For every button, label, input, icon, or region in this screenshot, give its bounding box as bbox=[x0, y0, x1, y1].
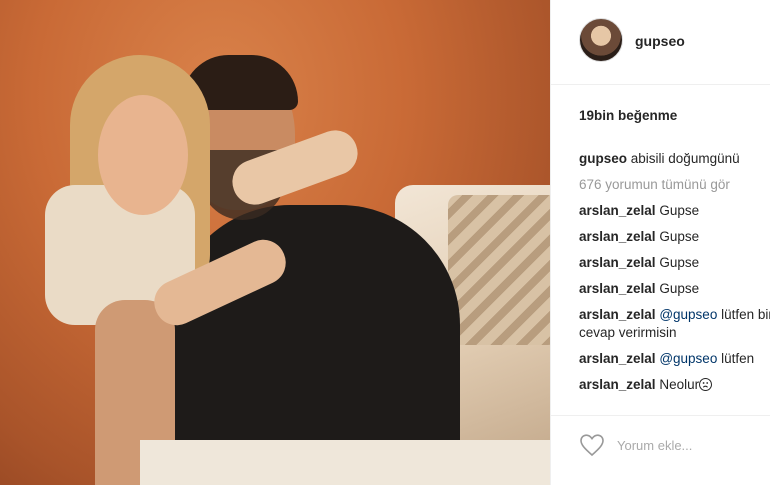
comment-item: arslan_zelal Gupse bbox=[579, 250, 770, 276]
comment-username[interactable]: arslan_zelal bbox=[579, 351, 656, 366]
comment-text: Gupse bbox=[659, 255, 700, 270]
comment-text: Neolur bbox=[659, 377, 700, 392]
comment-item: arslan_zelal Gupse bbox=[579, 224, 770, 250]
comment-item: arslan_zelal Neolur bbox=[579, 372, 770, 398]
comment-text: Gupse bbox=[659, 229, 700, 244]
view-all-comments-link[interactable]: 676 yorumun tümünü gör bbox=[579, 172, 770, 198]
post-footer bbox=[551, 415, 770, 485]
caption-text: abisili doğumgünü bbox=[630, 151, 740, 166]
comment-username[interactable]: arslan_zelal bbox=[579, 255, 656, 270]
post-photo[interactable] bbox=[0, 0, 550, 485]
comment-mention[interactable]: @gupseo bbox=[659, 307, 717, 322]
sad-face-emoji-icon bbox=[699, 378, 713, 391]
comments-list: gupseo abisili doğumgünü 676 yorumun tüm… bbox=[579, 146, 770, 398]
avatar[interactable] bbox=[579, 18, 623, 62]
comment-item: arslan_zelal @gupseo lütfen bir kere cev… bbox=[579, 302, 770, 346]
comment-username[interactable]: arslan_zelal bbox=[579, 203, 656, 218]
comment-text: lütfen bbox=[721, 351, 755, 366]
add-comment-input[interactable] bbox=[617, 435, 757, 455]
post-header: gupseo bbox=[551, 0, 770, 85]
comment-text: Gupse bbox=[659, 281, 700, 296]
comment-item: arslan_zelal Gupse bbox=[579, 276, 770, 302]
comment-username[interactable]: arslan_zelal bbox=[579, 377, 656, 392]
caption-username[interactable]: gupseo bbox=[579, 151, 627, 166]
comment-username[interactable]: arslan_zelal bbox=[579, 281, 656, 296]
comment-mention[interactable]: @gupseo bbox=[659, 351, 717, 366]
comment-username[interactable]: arslan_zelal bbox=[579, 229, 656, 244]
caption: gupseo abisili doğumgünü bbox=[579, 146, 770, 172]
comment-item: arslan_zelal Gupse bbox=[579, 198, 770, 224]
comment-username[interactable]: arslan_zelal bbox=[579, 307, 656, 322]
post-side-panel: gupseo 19bin beğenme gupseo abisili doğu… bbox=[550, 0, 770, 485]
comment-item: arslan_zelal @gupseo lütfen bbox=[579, 346, 770, 372]
instagram-post: gupseo 19bin beğenme gupseo abisili doğu… bbox=[0, 0, 770, 485]
heart-icon[interactable] bbox=[579, 433, 605, 457]
likes-count[interactable]: 19bin beğenme bbox=[579, 108, 677, 123]
comment-text: Gupse bbox=[659, 203, 700, 218]
username-link[interactable]: gupseo bbox=[635, 33, 685, 49]
